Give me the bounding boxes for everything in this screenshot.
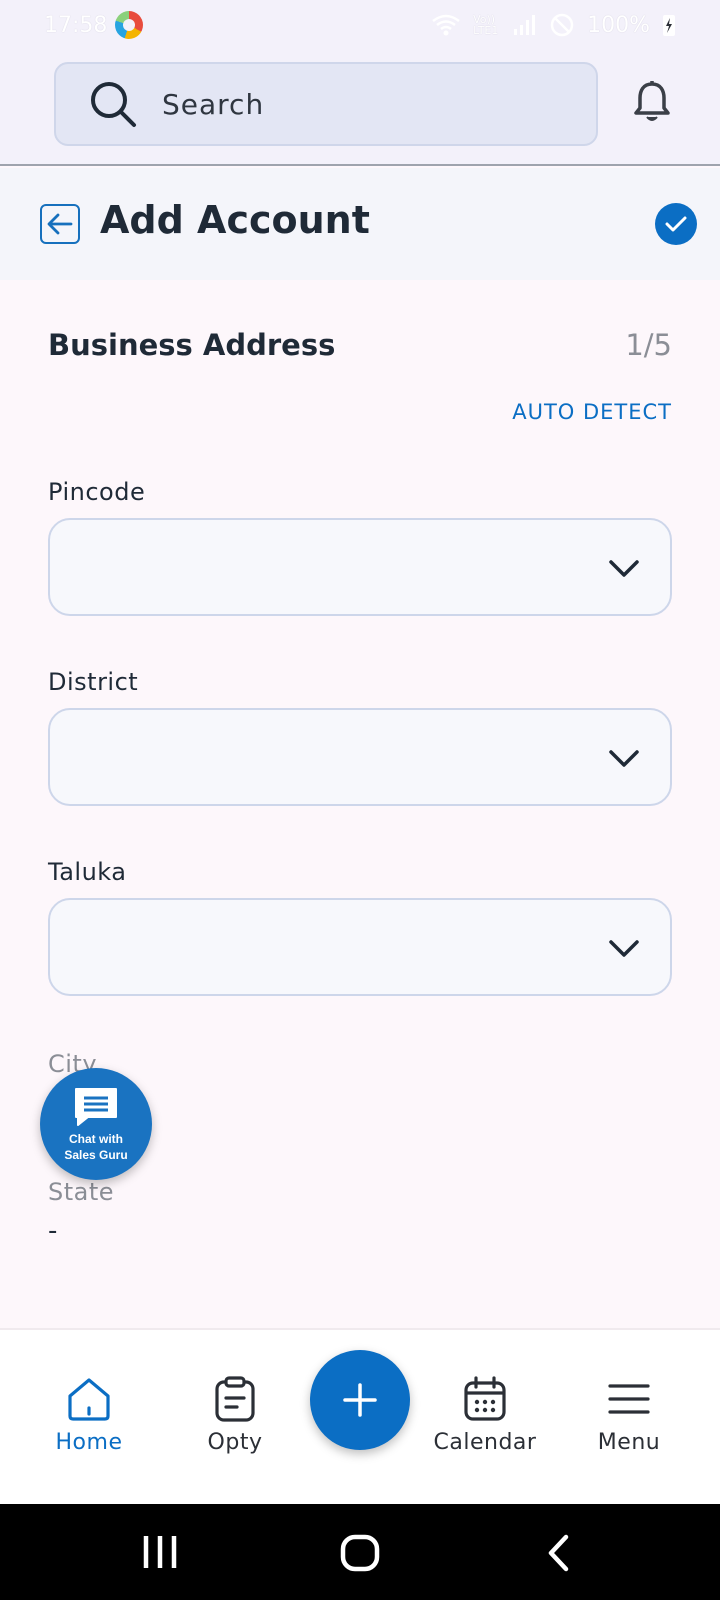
chat-bubble-icon [75, 1088, 117, 1126]
pincode-label: Pincode [48, 478, 146, 506]
back-system-icon[interactable] [546, 1534, 570, 1572]
taluka-dropdown[interactable] [48, 898, 672, 996]
chat-label-line1: Chat with [68, 1132, 123, 1146]
taluka-label: Taluka [48, 858, 127, 886]
app-notification-icon [115, 11, 144, 39]
add-button[interactable] [310, 1350, 410, 1450]
battery-level: 100% [587, 12, 650, 38]
do-not-disturb-icon [550, 13, 574, 37]
chevron-down-icon [609, 940, 639, 957]
nav-home-label: Home [55, 1430, 123, 1455]
nav-calendar[interactable]: Calendar [420, 1376, 550, 1455]
search-placeholder: Search [162, 87, 265, 121]
plus-icon [343, 1383, 377, 1417]
signal-icon [514, 15, 536, 35]
system-nav-bar [0, 1504, 720, 1600]
volte-icon: Vo)) LTE1 [473, 13, 499, 37]
search-icon [91, 82, 136, 127]
search-header: Search [0, 50, 720, 166]
nav-calendar-label: Calendar [433, 1430, 537, 1455]
chat-label-line2: Sales Guru [64, 1148, 128, 1162]
home-system-icon[interactable] [340, 1534, 380, 1572]
step-counter: 1/5 [625, 328, 672, 362]
chevron-down-icon [609, 750, 639, 767]
page-title: Add Account [100, 198, 370, 242]
nav-menu[interactable]: Menu [564, 1376, 694, 1455]
state-label: State [48, 1178, 115, 1206]
section-title: Business Address [48, 328, 336, 362]
back-button[interactable] [40, 204, 80, 244]
nav-menu-label: Menu [597, 1430, 661, 1455]
auto-detect-button[interactable]: AUTO DETECT [512, 400, 672, 424]
clipboard-icon [215, 1376, 255, 1422]
chat-label: Chat with Sales Guru [64, 1131, 127, 1163]
confirm-button[interactable] [655, 203, 697, 245]
bell-icon[interactable] [632, 80, 672, 124]
recent-apps-icon[interactable] [140, 1534, 180, 1570]
chevron-down-icon [609, 560, 639, 577]
state-value: - [48, 1216, 58, 1246]
hamburger-menu-icon [608, 1384, 650, 1414]
status-left: 17:58 [44, 11, 144, 39]
district-label: District [48, 668, 139, 696]
check-icon [665, 216, 687, 232]
chat-with-sales-guru-button[interactable]: Chat with Sales Guru [40, 1068, 152, 1180]
nav-opty-label: Opty [207, 1430, 263, 1455]
calendar-icon [464, 1376, 506, 1421]
status-right: Vo)) LTE1 100% [431, 12, 676, 38]
status-bar: 17:58 Vo)) LTE1 100% [0, 0, 720, 50]
wifi-icon [432, 14, 460, 36]
home-icon [68, 1378, 110, 1421]
back-arrow-icon [47, 213, 73, 235]
status-time: 17:58 [44, 12, 108, 38]
battery-charging-icon [663, 15, 675, 36]
bottom-nav: Home Opty Calendar Menu [0, 1328, 720, 1504]
pincode-dropdown[interactable] [48, 518, 672, 616]
district-dropdown[interactable] [48, 708, 672, 806]
nav-opty[interactable]: Opty [170, 1376, 300, 1455]
title-bar: Add Account [0, 168, 720, 280]
nav-home[interactable]: Home [24, 1376, 154, 1455]
search-input[interactable]: Search [54, 62, 598, 146]
